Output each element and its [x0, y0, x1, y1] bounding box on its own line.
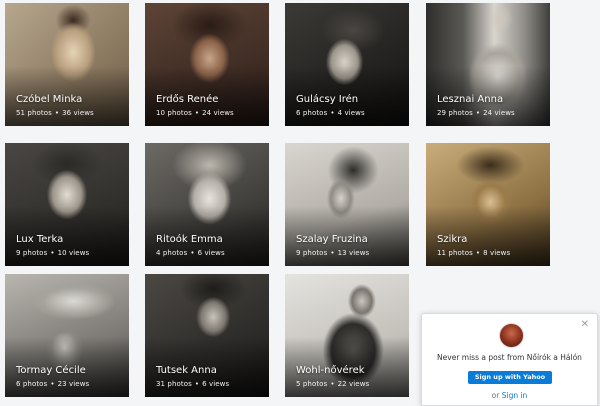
album-card-tormay-cecile[interactable]: Tormay Cécile 6 photos • 23 views [5, 274, 129, 397]
separator-dot: • [475, 249, 481, 257]
album-title: Wohl-nővérek [296, 365, 365, 376]
view-count: 6 views [202, 380, 230, 388]
album-title: Erdős Renée [156, 94, 219, 105]
signin-row: or Sign in [422, 391, 597, 400]
album-card-wohl-novérek[interactable]: Wohl-nővérek 5 photos • 22 views [285, 274, 409, 397]
signup-button[interactable]: Sign up with Yahoo [468, 371, 552, 384]
album-card-szalay-fruzina[interactable]: Szalay Fruzina 9 photos • 13 views [285, 143, 409, 266]
view-count: 6 views [197, 249, 225, 257]
follow-message: Never miss a post from Nőírók a Hálón [437, 353, 582, 362]
album-title: Ritoók Emma [156, 234, 223, 245]
close-icon[interactable]: ✕ [581, 320, 589, 330]
photo-count: 11 photos [437, 249, 473, 257]
photo-count: 51 photos [16, 109, 52, 117]
album-card-ritook-emma[interactable]: Ritoók Emma 4 photos • 6 views [145, 143, 269, 266]
photo-count: 6 photos [296, 109, 328, 117]
view-count: 22 views [337, 380, 370, 388]
blog-avatar [499, 323, 524, 348]
album-title: Gulácsy Irén [296, 94, 359, 105]
album-card-lux-terka[interactable]: Lux Terka 9 photos • 10 views [5, 143, 129, 266]
separator-dot: • [190, 249, 195, 257]
view-count: 4 views [337, 109, 365, 117]
separator-dot: • [50, 249, 55, 257]
album-title: Tormay Cécile [16, 365, 86, 376]
photo-count: 31 photos [156, 380, 192, 388]
album-stats: 11 photos • 8 views [437, 249, 510, 257]
separator-dot: • [50, 380, 55, 388]
album-title: Czóbel Minka [16, 94, 83, 105]
photo-count: 10 photos [156, 109, 192, 117]
album-stats: 6 photos • 4 views [296, 109, 365, 117]
album-stats: 51 photos • 36 views [16, 109, 94, 117]
album-title: Lux Terka [16, 234, 64, 245]
photo-count: 9 photos [16, 249, 48, 257]
album-stats: 10 photos • 24 views [156, 109, 234, 117]
separator-dot: • [330, 249, 335, 257]
album-stats: 9 photos • 13 views [296, 249, 369, 257]
separator-dot: • [54, 109, 60, 117]
view-count: 8 views [483, 249, 511, 257]
photo-count: 5 photos [296, 380, 328, 388]
album-stats: 6 photos • 23 views [16, 380, 89, 388]
album-stats: 29 photos • 24 views [437, 109, 515, 117]
album-card-lesznai-anna[interactable]: Lesznai Anna 29 photos • 24 views [426, 3, 550, 126]
separator-dot: • [475, 109, 481, 117]
album-title: Lesznai Anna [437, 94, 504, 105]
view-count: 13 views [337, 249, 370, 257]
album-card-erdos-renee[interactable]: Erdős Renée 10 photos • 24 views [145, 3, 269, 126]
album-card-czobel-minka[interactable]: Czóbel Minka 51 photos • 36 views [5, 3, 129, 126]
separator-dot: • [194, 380, 200, 388]
or-text: or [491, 391, 500, 400]
album-stats: 31 photos • 6 views [156, 380, 229, 388]
album-stats: 5 photos • 22 views [296, 380, 369, 388]
album-stats: 9 photos • 10 views [16, 249, 89, 257]
photo-count: 6 photos [16, 380, 48, 388]
separator-dot: • [330, 380, 335, 388]
view-count: 24 views [202, 109, 234, 117]
album-stats: 4 photos • 6 views [156, 249, 225, 257]
album-title: Szalay Fruzina [296, 234, 368, 245]
separator-dot: • [194, 109, 200, 117]
view-count: 36 views [62, 109, 94, 117]
view-count: 24 views [483, 109, 515, 117]
photo-count: 29 photos [437, 109, 473, 117]
photo-count: 9 photos [296, 249, 328, 257]
album-title: Tutsek Anna [156, 365, 217, 376]
album-card-gulacsy-iren[interactable]: Gulácsy Irén 6 photos • 4 views [285, 3, 409, 126]
album-card-szikra[interactable]: Szikra 11 photos • 8 views [426, 143, 550, 266]
album-card-tutsek-anna[interactable]: Tutsek Anna 31 photos • 6 views [145, 274, 269, 397]
photo-count: 4 photos [156, 249, 188, 257]
view-count: 10 views [57, 249, 90, 257]
view-count: 23 views [57, 380, 90, 388]
album-title: Szikra [437, 234, 468, 245]
separator-dot: • [330, 109, 335, 117]
signin-link[interactable]: Sign in [502, 391, 528, 400]
follow-popup: ✕ Never miss a post from Nőírók a Hálón … [421, 313, 598, 406]
